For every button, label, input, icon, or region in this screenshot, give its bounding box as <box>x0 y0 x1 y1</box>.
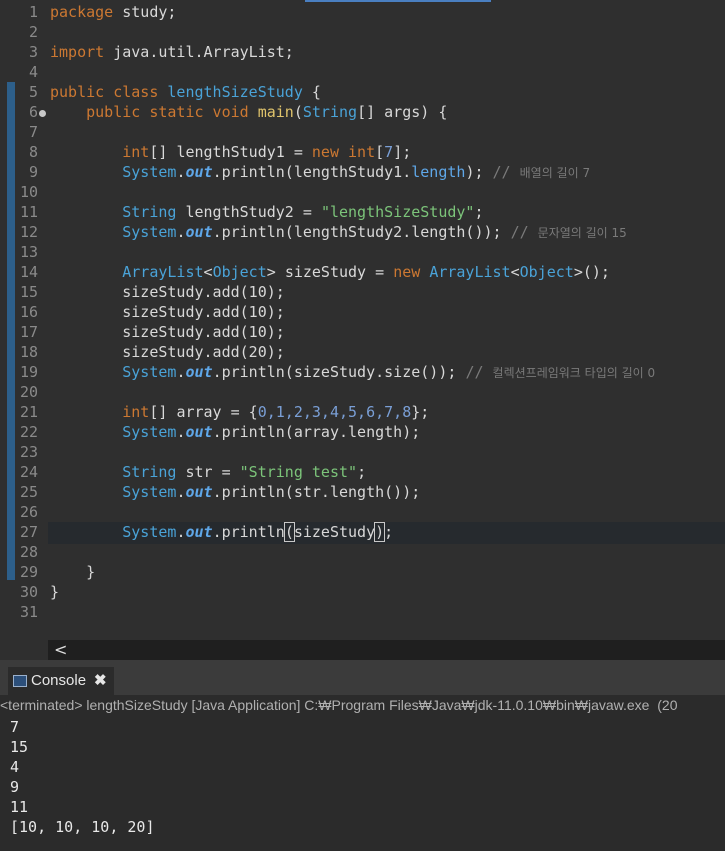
line-number: 28 <box>19 543 38 561</box>
line-number: 30 <box>19 583 38 601</box>
code-line: ArrayList<Object> sizeStudy = new ArrayL… <box>50 263 610 281</box>
code-line: public static void main(String[] args) { <box>50 103 448 121</box>
code-line: String lengthStudy2 = "lengthSizeStudy"; <box>50 203 484 221</box>
line-number: 4 <box>28 63 38 81</box>
line-number: 25 <box>19 483 38 501</box>
line-number: 7 <box>28 123 38 141</box>
tab-console-label: Console <box>31 672 87 689</box>
console-output-line: [10, 10, 10, 20] <box>10 818 155 836</box>
line-number: 17 <box>19 323 38 341</box>
console-output-line: 11 <box>10 798 29 816</box>
line-number: 14 <box>19 263 38 281</box>
code-line: } <box>50 583 60 601</box>
code-line: import java.util.ArrayList; <box>50 43 294 61</box>
console-status-text: <terminated> lengthSizeStudy [Java Appli… <box>0 697 678 713</box>
line-number: 5 <box>28 83 38 101</box>
line-number-gutter: 1 2 3 4 5 6 7 8 9 10 11 12 13 14 15 16 1… <box>0 0 48 640</box>
console-output-line: 7 <box>10 718 20 736</box>
code-line: sizeStudy.add(10); <box>50 303 285 321</box>
code-line: public class lengthSizeStudy { <box>50 83 321 101</box>
code-line: System.out.println(array.length); <box>50 423 421 441</box>
code-line: int[] array = {0,1,2,3,4,5,6,7,8}; <box>50 403 430 421</box>
code-line: System.out.println(lengthStudy1.length);… <box>50 163 591 181</box>
line-number: 10 <box>19 183 38 201</box>
line-number: 19 <box>19 363 38 381</box>
line-number: 26 <box>19 503 38 521</box>
line-number: 13 <box>19 243 38 261</box>
close-icon[interactable]: ✖ <box>94 667 107 695</box>
line-number: 8 <box>28 143 38 161</box>
line-number: 1 <box>28 3 38 21</box>
line-number: 9 <box>28 163 38 181</box>
line-number: 15 <box>19 283 38 301</box>
code-line: System.out.println(lengthStudy2.length()… <box>50 223 627 241</box>
horizontal-scrollbar[interactable]: < <box>48 640 725 660</box>
line-number: 6 <box>28 103 38 121</box>
line-number: 21 <box>19 403 38 421</box>
console-output-line: 15 <box>10 738 29 756</box>
code-line: String str = "String test"; <box>50 463 367 481</box>
console-output-line: 4 <box>10 758 20 776</box>
code-line: } <box>50 563 96 581</box>
line-number: 3 <box>28 43 38 61</box>
code-line: package study; <box>50 3 177 21</box>
line-number: 2 <box>28 23 38 41</box>
code-line: sizeStudy.add(20); <box>50 343 285 361</box>
scroll-left-icon[interactable]: < <box>54 640 67 660</box>
line-number: 16 <box>19 303 38 321</box>
line-number: 27 <box>19 523 38 541</box>
code-editor[interactable]: 1 2 3 4 5 6 7 8 9 10 11 12 13 14 15 16 1… <box>0 0 725 660</box>
code-line: sizeStudy.add(10); <box>50 283 285 301</box>
code-line: int[] lengthStudy1 = new int[7]; <box>50 143 412 161</box>
line-number: 23 <box>19 443 38 461</box>
fold-marker-icon[interactable] <box>39 110 46 117</box>
line-number: 31 <box>19 603 38 621</box>
code-line-current: System.out.println(sizeStudy); <box>50 522 394 542</box>
console-icon <box>13 675 27 687</box>
line-number: 20 <box>19 383 38 401</box>
line-number: 11 <box>19 203 38 221</box>
code-line: System.out.println(sizeStudy.size()); //… <box>50 363 656 381</box>
console-output-line: 9 <box>10 778 20 796</box>
code-area[interactable]: package study; import java.util.ArrayLis… <box>50 0 725 640</box>
code-line: sizeStudy.add(10); <box>50 323 285 341</box>
line-number: 24 <box>19 463 38 481</box>
line-number: 22 <box>19 423 38 441</box>
line-number: 12 <box>19 223 38 241</box>
line-number: 29 <box>19 563 38 581</box>
tab-console[interactable]: Console ✖ <box>8 667 114 695</box>
code-line: System.out.println(str.length()); <box>50 483 421 501</box>
line-number: 18 <box>19 343 38 361</box>
